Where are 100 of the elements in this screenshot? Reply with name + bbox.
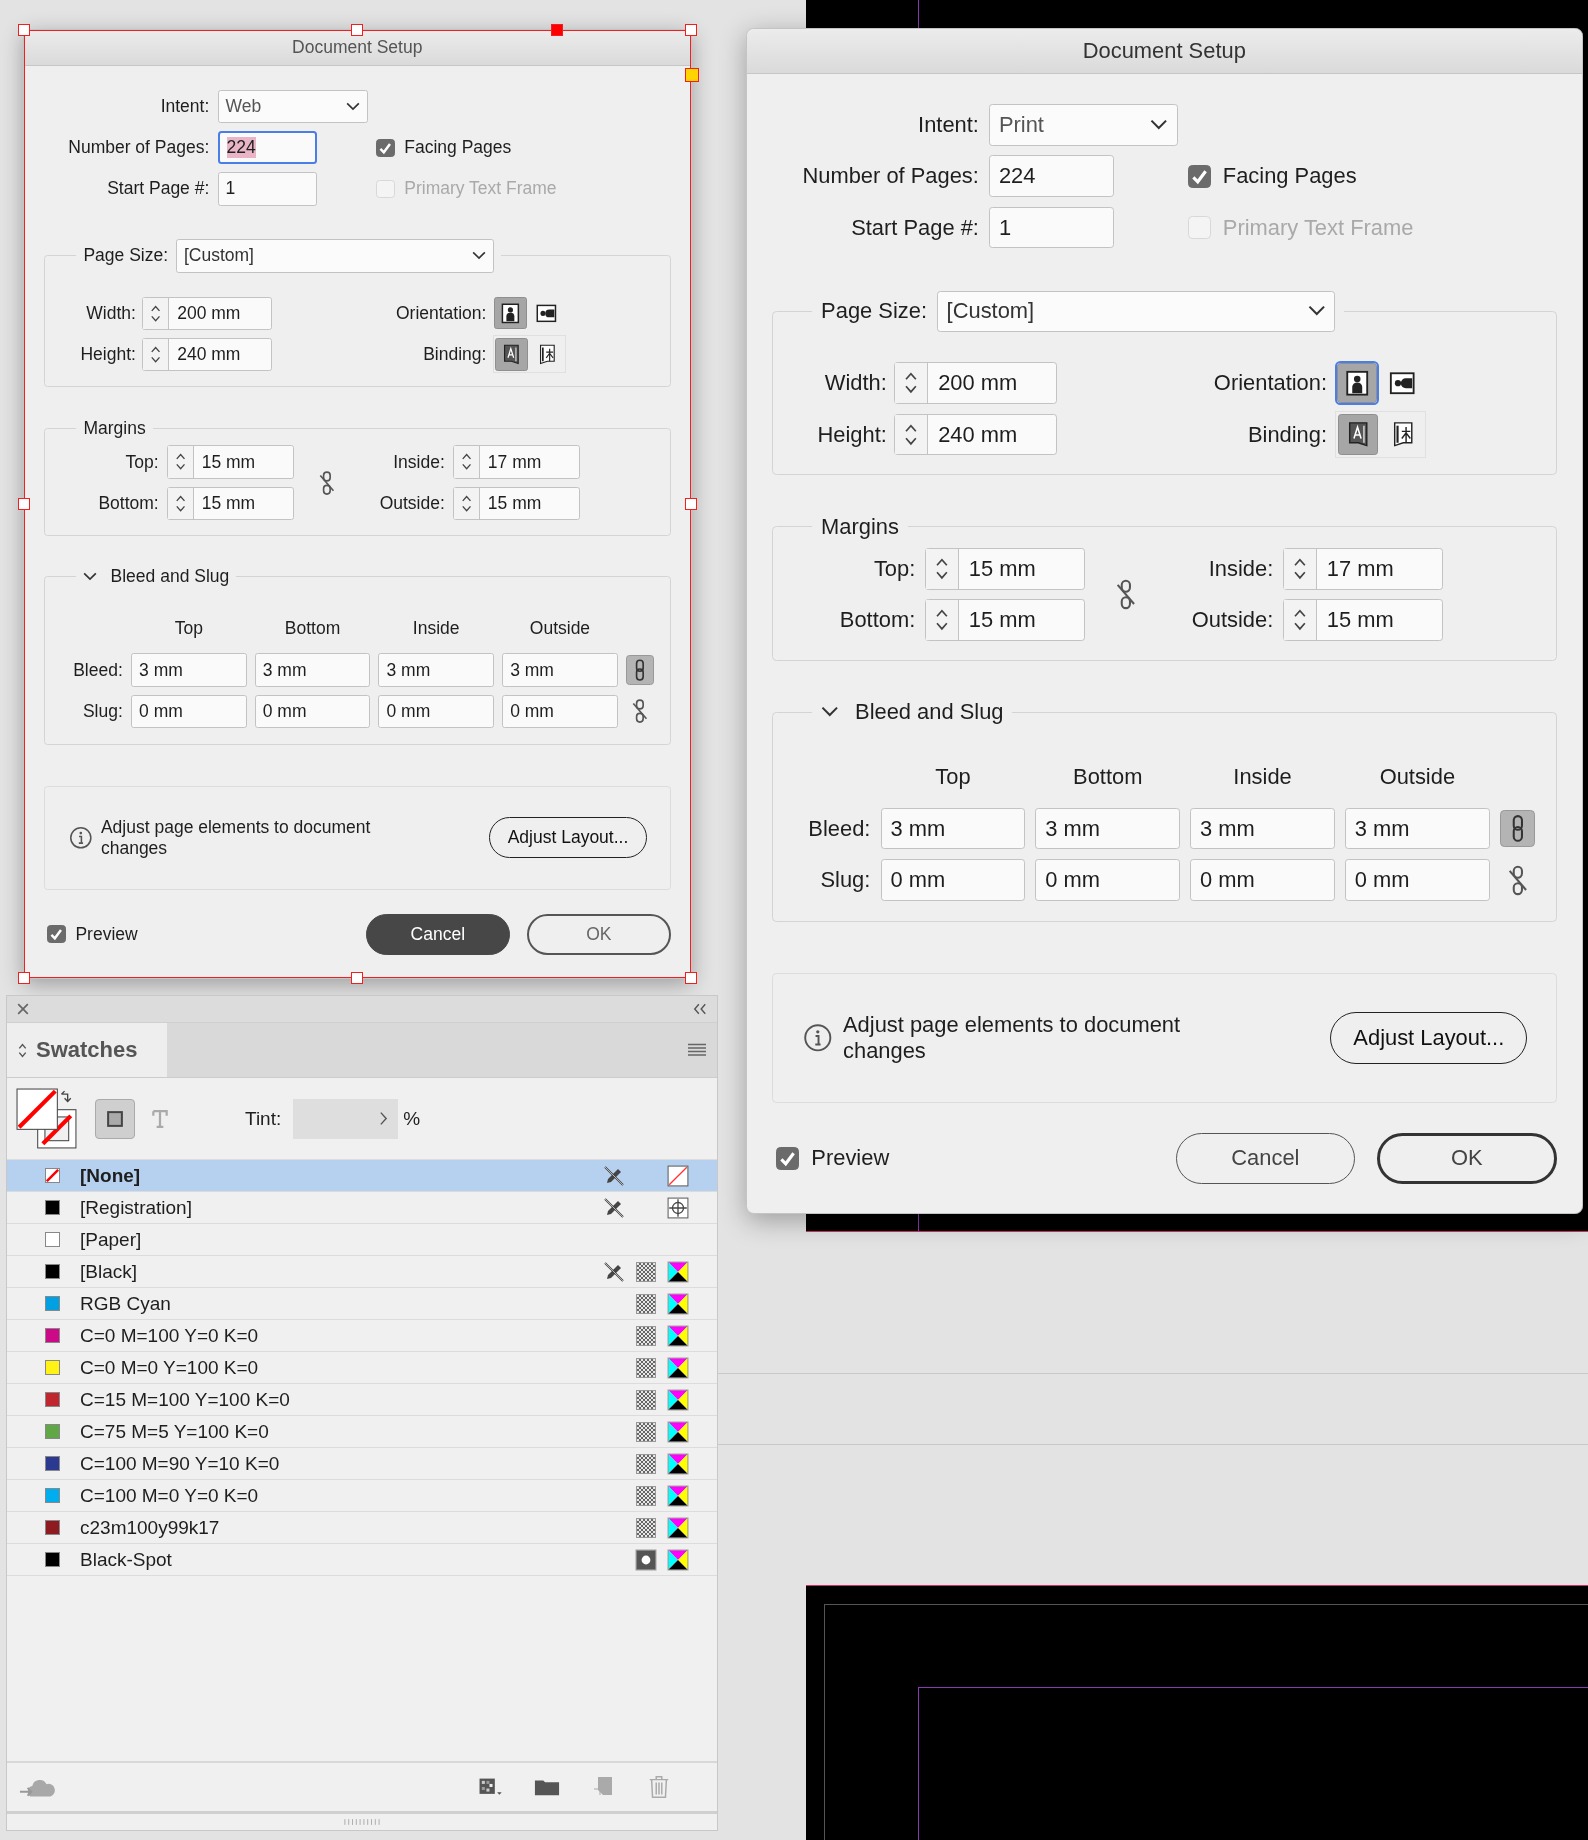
ok-button[interactable]: OK — [1377, 1132, 1557, 1185]
start-page-field[interactable]: 1 — [989, 206, 1114, 249]
disclosure-caret-icon[interactable] — [83, 572, 98, 582]
portrait-button[interactable] — [1336, 362, 1378, 404]
collapse-icon[interactable] — [693, 1003, 707, 1015]
swatch-row[interactable]: c23m100y99k17 — [7, 1512, 717, 1544]
height-field[interactable]: 240 mm — [142, 337, 272, 371]
field-label: Page Size: — [821, 298, 927, 325]
bleed-field[interactable]: 3 mm — [1345, 807, 1490, 850]
intent-dropdown[interactable]: Web — [217, 90, 369, 124]
swatch-row[interactable]: [Black] — [7, 1256, 717, 1288]
stepper-arrows-icon[interactable] — [926, 549, 959, 589]
width-field[interactable]: 200 mm — [894, 362, 1057, 404]
bleed-field[interactable]: 3 mm — [880, 807, 1026, 850]
bleed-field[interactable]: 0 mm — [378, 694, 494, 728]
stepper-arrows-icon[interactable] — [453, 487, 480, 519]
info-icon — [802, 1023, 833, 1053]
swatch-row[interactable]: [None] — [7, 1160, 717, 1192]
page-size-dropdown[interactable]: [Custom] — [175, 239, 495, 273]
pages-field[interactable]: 224 — [989, 155, 1114, 197]
checkbox[interactable] — [776, 1146, 800, 1170]
chevron-icon[interactable] — [379, 1111, 389, 1126]
checker-icon — [636, 1357, 656, 1378]
swatch-row[interactable]: C=100 M=0 Y=0 K=0 — [7, 1480, 717, 1512]
field-label: Height: — [79, 343, 136, 365]
margin-field[interactable]: 15 mm — [166, 486, 295, 520]
tint-field[interactable] — [293, 1098, 399, 1139]
field-label: Page Size: — [83, 245, 169, 267]
stepper-arrows-icon[interactable] — [143, 297, 170, 329]
margin-field[interactable]: 15 mm — [166, 445, 295, 479]
ok-button[interactable]: OK — [527, 913, 671, 955]
menu-icon[interactable] — [687, 1043, 707, 1057]
binding-left-button[interactable] — [495, 338, 528, 371]
link-icon[interactable] — [1499, 809, 1535, 848]
margin-field[interactable]: 15 mm — [452, 486, 581, 520]
width-field[interactable]: 200 mm — [142, 296, 272, 330]
close-icon[interactable] — [17, 1003, 29, 1015]
panel-tab[interactable]: Swatches — [7, 1023, 167, 1077]
bleed-field[interactable]: 0 mm — [880, 859, 1026, 901]
bleed-field[interactable]: 3 mm — [254, 653, 371, 687]
bleed-field[interactable]: 3 mm — [378, 653, 494, 687]
bleed-field[interactable]: 3 mm — [131, 653, 247, 687]
intent-dropdown[interactable]: Print — [989, 103, 1178, 146]
stepper-arrows-icon[interactable] — [143, 338, 170, 370]
swatch-row[interactable]: C=15 M=100 Y=100 K=0 — [7, 1384, 717, 1416]
margin-field[interactable]: 17 mm — [1283, 548, 1443, 590]
page-size-dropdown[interactable]: [Custom] — [936, 290, 1336, 333]
none-mode-icon — [667, 1164, 689, 1187]
bleed-field[interactable]: 0 mm — [1190, 859, 1335, 901]
start-page-field[interactable]: 1 — [217, 172, 318, 206]
bleed-field[interactable]: 3 mm — [502, 653, 618, 687]
margin-field[interactable]: 17 mm — [452, 445, 581, 479]
swatch-row[interactable]: [Paper] — [7, 1224, 717, 1256]
bleed-field[interactable]: 0 mm — [1035, 859, 1180, 901]
field-label: Slug: — [81, 700, 123, 722]
field-label: Top: — [872, 555, 916, 582]
fill-stroke-icon[interactable] — [16, 1087, 78, 1150]
margin-field[interactable]: 15 mm — [925, 599, 1085, 642]
bleed-field[interactable]: 0 mm — [502, 694, 618, 728]
height-field[interactable]: 240 mm — [894, 413, 1057, 456]
checkbox[interactable] — [1187, 164, 1211, 188]
field-label: Top: — [124, 451, 159, 473]
checkbox[interactable] — [376, 138, 395, 157]
portrait-button[interactable] — [494, 297, 527, 330]
disclosure-caret-icon[interactable] — [821, 706, 839, 719]
swatch-row[interactable]: C=0 M=0 Y=100 K=0 — [7, 1352, 717, 1384]
checkbox[interactable] — [47, 925, 66, 944]
margin-field[interactable]: 15 mm — [925, 548, 1085, 590]
column-header: Outside — [1378, 764, 1457, 791]
field-label: Intent: — [159, 96, 210, 118]
bleed-field[interactable]: 0 mm — [1345, 859, 1490, 901]
swatch-row[interactable]: C=75 M=5 Y=100 K=0 — [7, 1416, 717, 1448]
stepper-arrows-icon[interactable] — [926, 600, 959, 641]
stepper-arrows-icon[interactable] — [167, 446, 194, 478]
margin-field[interactable]: 15 mm — [1283, 599, 1443, 642]
bleed-field[interactable]: 3 mm — [1035, 807, 1180, 850]
stepper-arrows-icon[interactable] — [453, 446, 480, 478]
cmyk-icon — [667, 1292, 689, 1315]
swatch-row[interactable]: C=100 M=90 Y=10 K=0 — [7, 1448, 717, 1480]
container-button[interactable] — [95, 1098, 135, 1139]
bleed-field[interactable]: 0 mm — [254, 694, 371, 728]
swatch-row[interactable]: [Registration] — [7, 1192, 717, 1224]
cancel-button[interactable]: Cancel — [366, 913, 510, 955]
binding-left-button[interactable] — [1337, 414, 1379, 455]
stepper-arrows-icon[interactable] — [167, 487, 194, 519]
swatch-row[interactable]: C=0 M=100 Y=0 K=0 — [7, 1320, 717, 1352]
stepper-arrows-icon[interactable] — [895, 363, 929, 403]
resize-grip-icon[interactable] — [343, 1818, 381, 1826]
pages-field[interactable]: 224 — [217, 131, 318, 165]
checkbox-label: Preview — [811, 1145, 890, 1172]
stepper-arrows-icon[interactable] — [895, 414, 929, 455]
bleed-field[interactable]: 3 mm — [1190, 807, 1335, 850]
tint-label: Tint: — [245, 1107, 282, 1130]
swatch-row[interactable]: RGB Cyan — [7, 1288, 717, 1320]
stepper-arrows-icon[interactable] — [1284, 600, 1317, 641]
bleed-field[interactable]: 0 mm — [131, 694, 247, 728]
spot-icon — [635, 1548, 657, 1571]
swatch-row[interactable]: Black-Spot — [7, 1544, 717, 1576]
link-icon[interactable] — [625, 655, 654, 685]
stepper-arrows-icon[interactable] — [1284, 549, 1317, 589]
